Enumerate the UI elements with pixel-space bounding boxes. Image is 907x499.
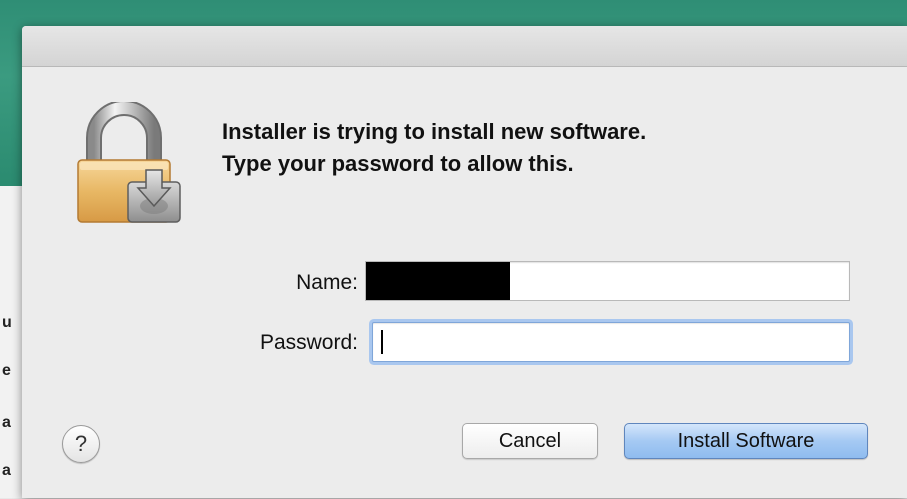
cancel-button[interactable]: Cancel (462, 423, 598, 459)
password-label: Password: (259, 331, 358, 354)
background-text-fragment: u (2, 314, 12, 331)
password-field[interactable] (372, 322, 850, 362)
message-line-2: Type your password to allow this. (222, 151, 574, 176)
dialog-message: Installer is trying to install new softw… (222, 116, 882, 180)
name-redaction-block (366, 262, 510, 300)
help-button[interactable]: ? (62, 425, 100, 463)
name-field[interactable] (365, 261, 850, 301)
background-text-fragment: a (2, 414, 11, 431)
background-text-fragment: a (2, 462, 11, 479)
message-line-1: Installer is trying to install new softw… (222, 119, 647, 144)
name-label: Name: (296, 271, 358, 294)
background-text-fragment: e (2, 362, 11, 379)
text-cursor (381, 330, 383, 354)
lock-with-installer-disk-icon (77, 102, 181, 223)
install-software-button[interactable]: Install Software (624, 423, 868, 459)
authentication-dialog: Installer is trying to install new softw… (22, 26, 907, 498)
dialog-titlebar (22, 26, 907, 67)
